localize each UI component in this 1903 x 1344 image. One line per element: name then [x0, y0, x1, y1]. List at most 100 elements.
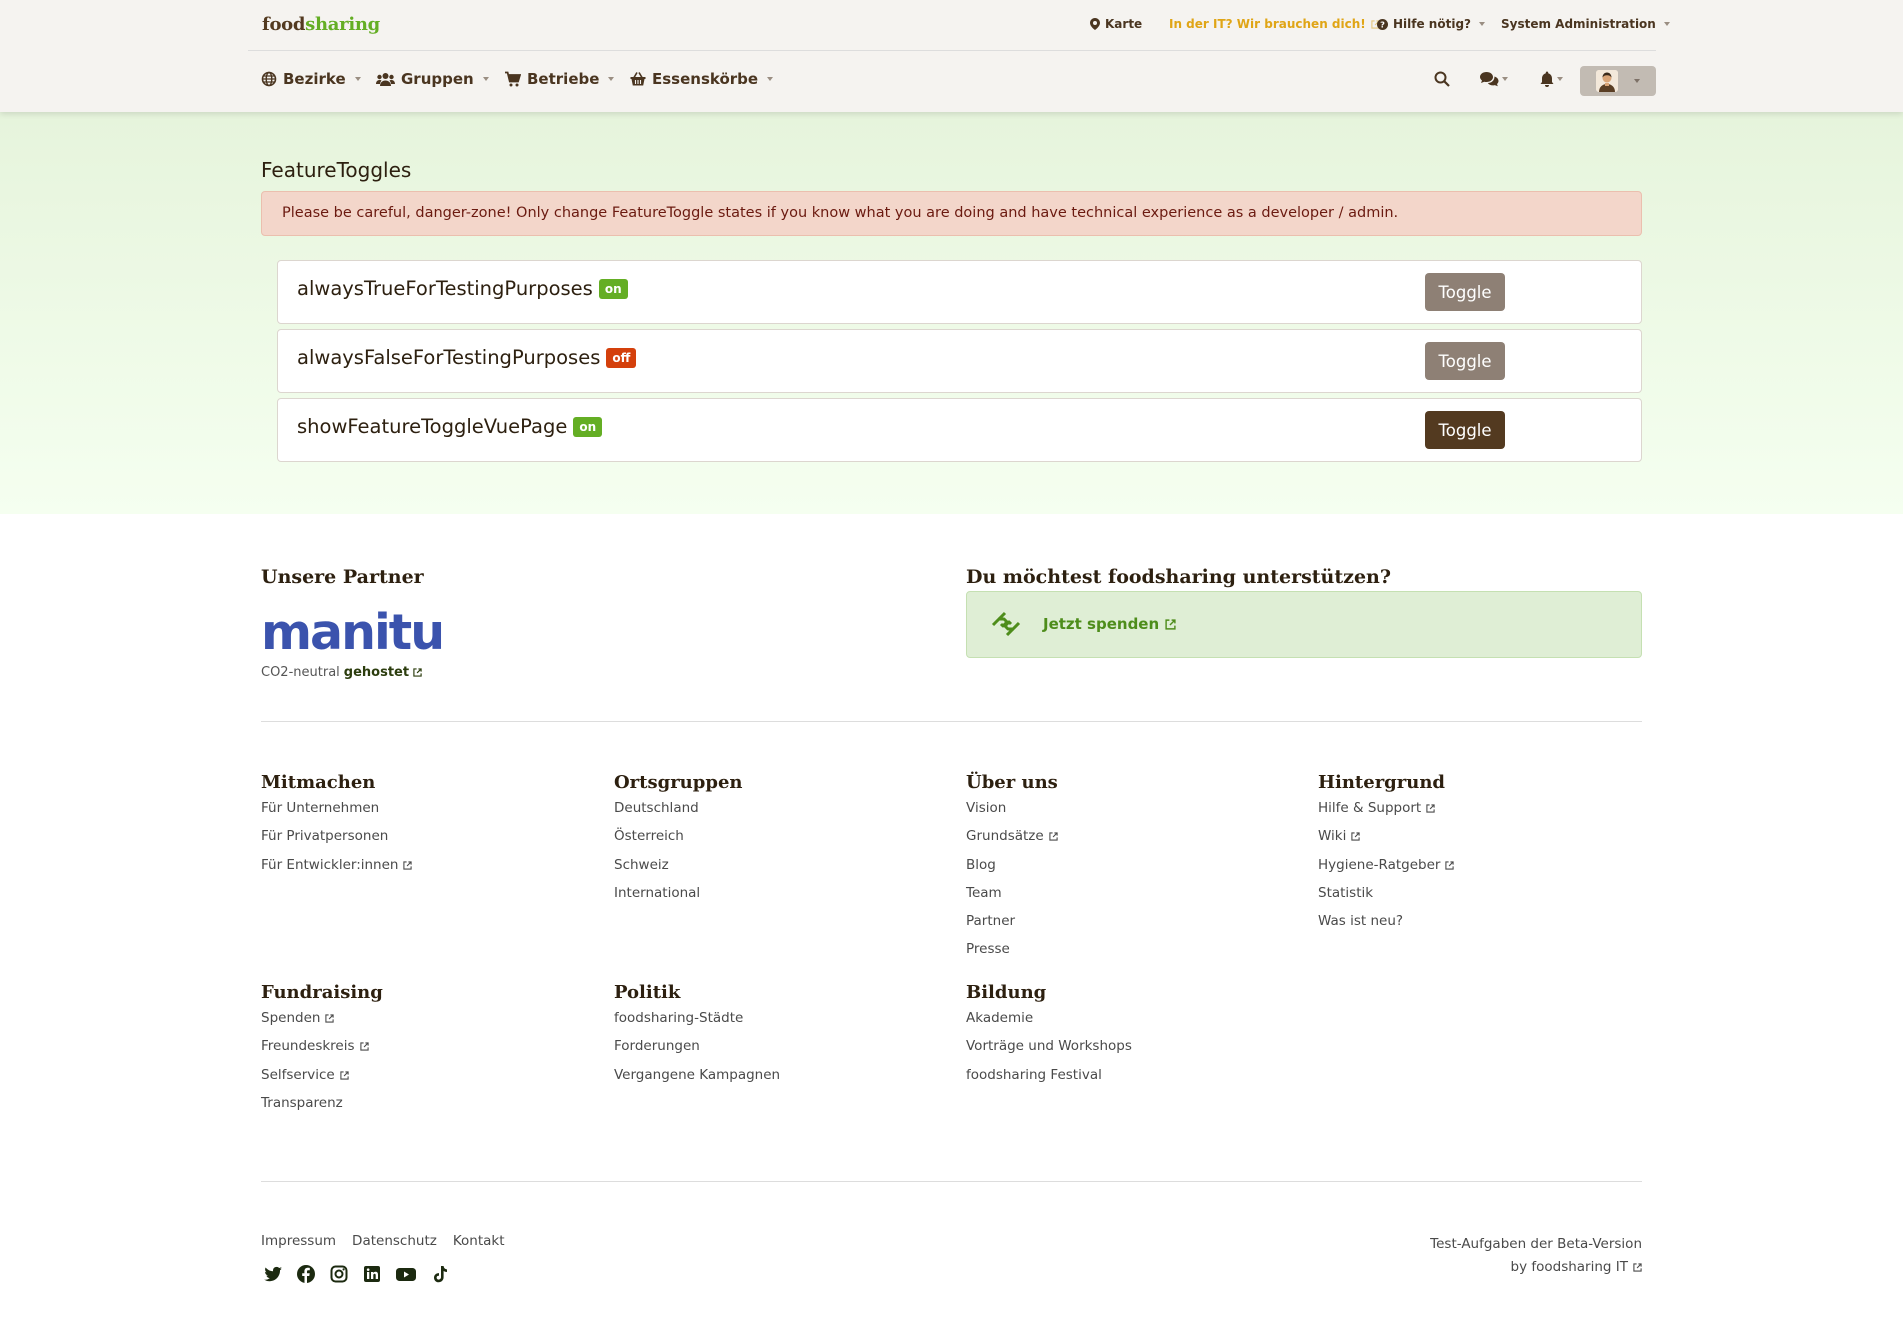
footer-link[interactable]: Selfservice	[261, 1067, 383, 1095]
footer-link[interactable]: Schweiz	[614, 857, 742, 885]
footer-link[interactable]: Grundsätze	[966, 828, 1058, 856]
footer-link[interactable]: International	[614, 885, 742, 913]
feature-toggle-label: alwaysFalseForTestingPurposes	[297, 346, 601, 369]
chevron-down-icon	[482, 77, 489, 81]
footer-link[interactable]: Transparenz	[261, 1095, 383, 1123]
footer-column-bildung: Bildung Akademie Vorträge und Workshops …	[966, 982, 1132, 1095]
chevron-down-icon	[767, 77, 774, 81]
toggle-button[interactable]: Toggle	[1425, 411, 1505, 449]
donate-box: Jetzt spenden	[966, 591, 1642, 658]
twitter-link[interactable]	[263, 1264, 283, 1288]
footer-link[interactable]: Hygiene-Ratgeber	[1318, 857, 1455, 885]
footer-link-label: Akademie	[966, 1010, 1034, 1026]
feature-toggle-label: alwaysTrueForTestingPurposes	[297, 277, 593, 300]
hosted-prefix: CO2-neutral	[261, 665, 340, 680]
footer-link-label: Partner	[966, 913, 1016, 930]
footer-link[interactable]: Freundeskreis	[261, 1038, 383, 1066]
external-link-icon	[1165, 618, 1176, 630]
search-button[interactable]	[1434, 71, 1450, 87]
footer-link[interactable]: Statistik	[1318, 885, 1454, 913]
foodsharing-logo[interactable]: foodsharing	[262, 14, 380, 35]
footer-column-mitmachen: Mitmachen Für Unternehmen Für Privatpers…	[261, 772, 413, 885]
messages-menu[interactable]	[1479, 71, 1508, 87]
footer-link[interactable]: Für Entwickler:innen	[261, 857, 413, 885]
datenschutz-link[interactable]: Datenschutz	[352, 1233, 437, 1249]
linkedin-icon	[362, 1264, 382, 1284]
notifications-menu[interactable]	[1540, 71, 1563, 87]
impressum-link[interactable]: Impressum	[261, 1233, 336, 1249]
footer-link[interactable]: Forderungen	[614, 1038, 780, 1066]
footer-link[interactable]: Presse	[966, 941, 1058, 969]
footer-link[interactable]: Vision	[966, 800, 1058, 828]
hosted-link[interactable]: gehostet	[344, 665, 422, 680]
svg-text:?: ?	[1380, 19, 1385, 29]
footer-link[interactable]: foodsharing-Städte	[614, 1010, 780, 1038]
foodsharing-it-link[interactable]: by foodsharing IT	[1511, 1256, 1629, 1279]
linkedin-link[interactable]	[362, 1264, 382, 1288]
external-link-icon	[1351, 832, 1361, 841]
footer-link-label: Selfservice	[261, 1066, 335, 1083]
footer-link-label: Für Unternehmen	[261, 800, 380, 816]
nav-baskets-label: Essenskörbe	[652, 70, 759, 88]
external-link-icon	[1426, 804, 1435, 813]
nav-groups-label: Gruppen	[401, 70, 474, 88]
header: foodsharing Karte In der IT? Wir brauche…	[0, 0, 1903, 112]
footer-link[interactable]: Team	[966, 885, 1058, 913]
nav-districts[interactable]: Bezirke	[261, 70, 361, 88]
footer-link[interactable]: Partner	[966, 913, 1058, 941]
basket-icon	[630, 72, 646, 86]
footer-link[interactable]: Vergangene Kampagnen	[614, 1067, 780, 1095]
footer-link-label: Deutschland	[614, 800, 699, 816]
tiktok-link[interactable]	[430, 1264, 450, 1288]
footer-column-heading: Fundraising	[261, 982, 383, 1003]
instagram-link[interactable]	[329, 1264, 349, 1288]
footer-link-label: Für Privatpersonen	[261, 828, 389, 845]
manitu-logo[interactable]: manitu	[261, 608, 445, 657]
youtube-link[interactable]	[395, 1264, 417, 1288]
toggle-button[interactable]: Toggle	[1425, 342, 1505, 380]
bell-icon	[1540, 71, 1554, 87]
footer-link[interactable]: Österreich	[614, 828, 742, 856]
footer-link[interactable]: Wiki	[1318, 828, 1454, 856]
hosted-note: CO2-neutral gehostet	[261, 665, 422, 680]
donate-link[interactable]: Jetzt spenden	[1043, 615, 1176, 633]
chevron-down-icon	[354, 77, 361, 81]
support-heading: Du möchtest foodsharing unterstützen?	[966, 566, 1391, 588]
footer-column-heading: Bildung	[966, 982, 1047, 1003]
footer-link-label: Vorträge und Workshops	[966, 1038, 1132, 1055]
footer-column-ueber-uns: Über uns Vision Grundsätze Blog Team Par…	[966, 772, 1058, 970]
footer-link[interactable]: Spenden	[261, 1010, 383, 1038]
user-menu-button[interactable]	[1580, 66, 1656, 96]
footer-link[interactable]: Blog	[966, 857, 1058, 885]
footer-link[interactable]: Was ist neu?	[1318, 913, 1454, 941]
help-menu[interactable]: ? Hilfe nötig?	[1377, 17, 1485, 31]
footer-link-label: Vergangene Kampagnen	[614, 1066, 781, 1083]
footer-link-label: Hilfe & Support	[1318, 800, 1422, 816]
footer-link[interactable]: foodsharing Festival	[966, 1067, 1132, 1095]
footer-column-heading: Politik	[614, 982, 681, 1003]
footer-link[interactable]: Für Privatpersonen	[261, 828, 412, 856]
external-link-icon	[1633, 1263, 1642, 1272]
system-admin-menu[interactable]: System Administration	[1501, 17, 1670, 31]
beta-tasks-link[interactable]: Test-Aufgaben der Beta-Version	[1430, 1236, 1642, 1252]
hosted-link-label: gehostet	[343, 665, 410, 680]
external-link-icon	[403, 860, 413, 870]
footer-link[interactable]: Für Unternehmen	[261, 800, 412, 828]
footer-link[interactable]: Akademie	[966, 1010, 1132, 1038]
status-badge: on	[598, 278, 628, 299]
nav-groups[interactable]: Gruppen	[376, 70, 489, 88]
it-call-link[interactable]: In der IT? Wir brauchen dich!	[1169, 17, 1380, 31]
footer-link[interactable]: Hilfe & Support	[1318, 800, 1454, 828]
footer-column-fundraising: Fundraising Spenden Freundeskreis Selfse…	[261, 982, 383, 1123]
footer-link[interactable]: Vorträge und Workshops	[966, 1038, 1132, 1066]
external-link-icon	[413, 668, 422, 677]
feature-toggle-name: alwaysFalseForTestingPurposes off	[297, 346, 637, 369]
facebook-link[interactable]	[296, 1264, 316, 1288]
toggle-button[interactable]: Toggle	[1425, 273, 1505, 311]
logo-sharing-text: sharing	[305, 14, 380, 35]
nav-stores[interactable]: Betriebe	[505, 70, 615, 88]
nav-baskets[interactable]: Essenskörbe	[630, 70, 774, 88]
footer-link[interactable]: Deutschland	[614, 800, 742, 828]
map-link[interactable]: Karte	[1090, 17, 1142, 31]
kontakt-link[interactable]: Kontakt	[453, 1233, 505, 1249]
